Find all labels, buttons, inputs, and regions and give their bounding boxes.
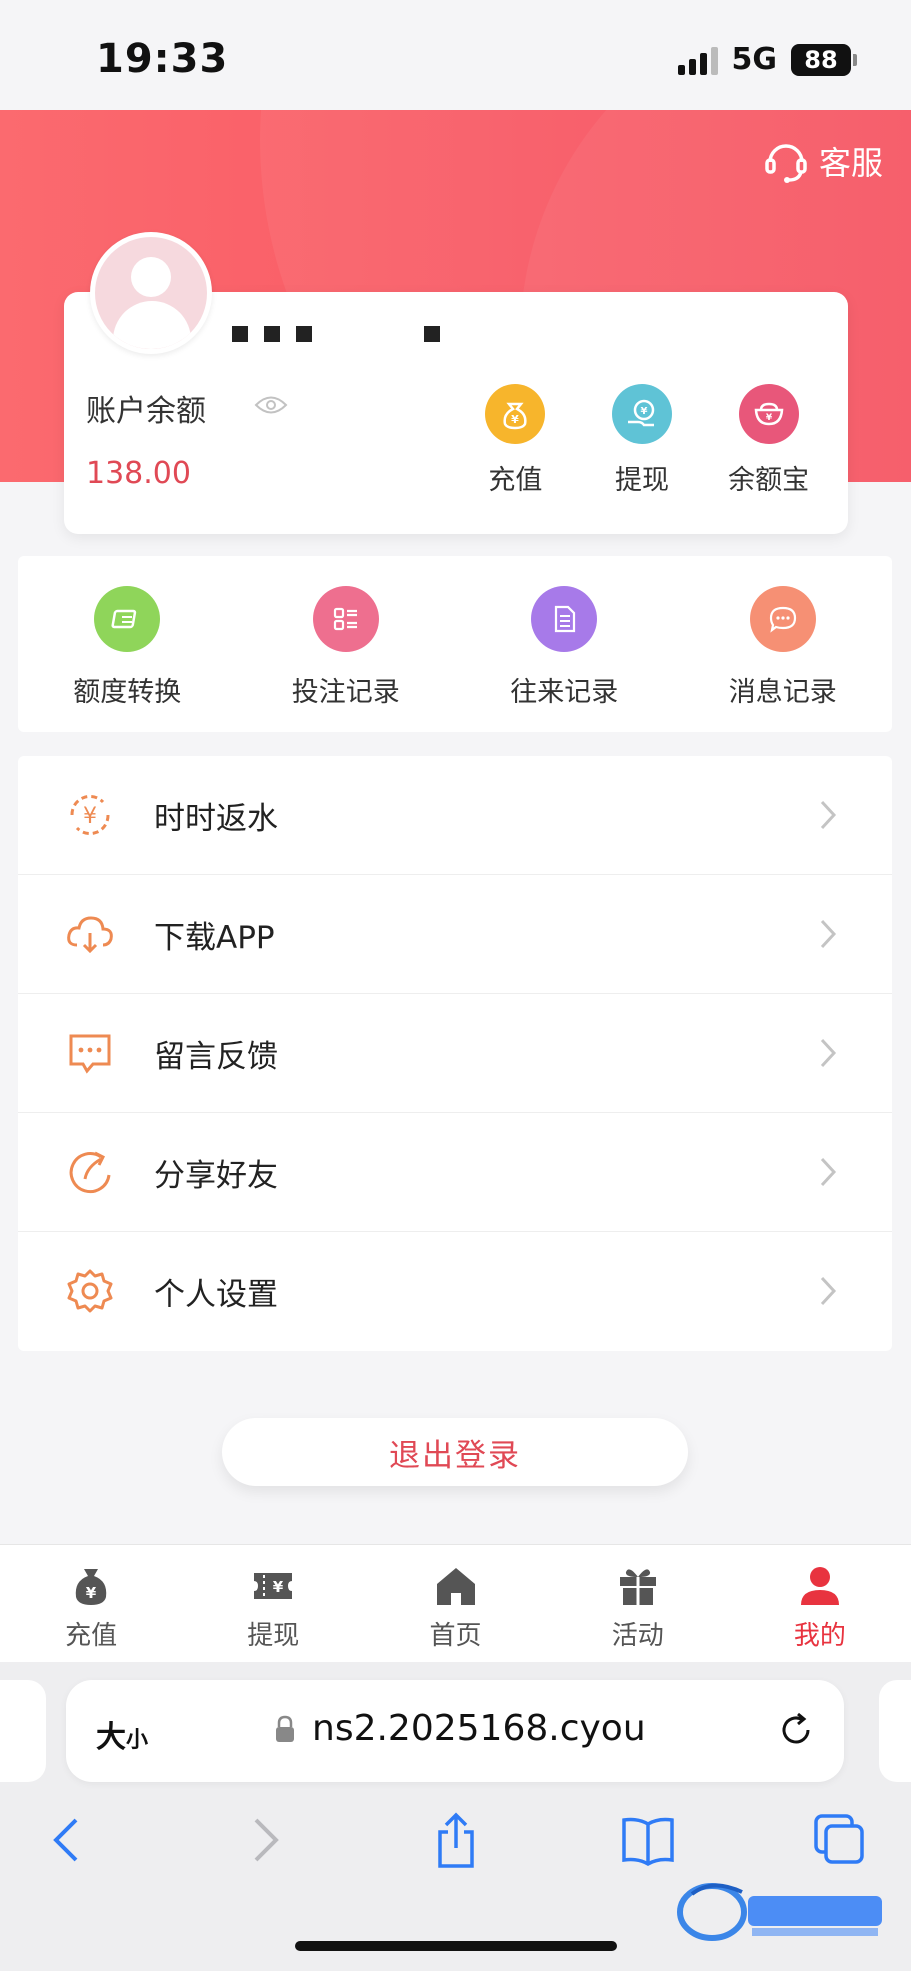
- forward-icon[interactable]: [234, 1810, 294, 1870]
- text-size-big: 大: [96, 1720, 126, 1755]
- tab-withdraw[interactable]: ¥ 提现: [182, 1545, 364, 1662]
- ticket-icon: ¥: [254, 1573, 293, 1599]
- shortcut-transfer[interactable]: 额度转换: [18, 556, 237, 732]
- headset-icon: [765, 144, 807, 183]
- withdraw-icon: ¥: [612, 384, 672, 444]
- ingot-icon: ¥: [738, 384, 799, 444]
- menu-item-feedback[interactable]: 留言反馈: [18, 994, 892, 1113]
- shortcut-transaction-records-label: 往来记录: [510, 677, 619, 708]
- chevron-right-icon: [820, 800, 837, 830]
- share-sheet-icon[interactable]: [426, 1810, 486, 1870]
- shortcut-message-records-label: 消息记录: [728, 677, 837, 708]
- tabs-icon[interactable]: [810, 1810, 870, 1870]
- username-masked: [232, 326, 440, 342]
- svg-text:¥: ¥: [512, 413, 520, 426]
- chevron-right-icon: [820, 1276, 837, 1306]
- svg-text:¥: ¥: [83, 804, 97, 829]
- network-type: 5G: [731, 42, 778, 77]
- chevron-right-icon: [820, 1157, 837, 1187]
- back-icon[interactable]: [38, 1810, 98, 1870]
- menu-item-download-app-label: 下载APP: [154, 919, 275, 956]
- chevron-right-icon: [820, 919, 837, 949]
- withdraw-button[interactable]: ¥ 提现: [579, 384, 706, 497]
- gift-icon: [619, 1569, 656, 1605]
- shortcut-message-records[interactable]: 消息记录: [674, 556, 893, 732]
- feedback-icon: [62, 1025, 118, 1081]
- url-text[interactable]: ns2.2025168.cyou: [312, 1708, 646, 1749]
- tab-mine-label: 我的: [793, 1621, 846, 1651]
- yuebao-button[interactable]: ¥ 余额宝: [705, 384, 832, 497]
- customer-service-button[interactable]: 客服: [761, 136, 883, 186]
- tab-withdraw-label: 提现: [247, 1621, 300, 1651]
- user-icon: [800, 1567, 839, 1605]
- next-tab-preview[interactable]: [879, 1680, 911, 1782]
- svg-text:¥: ¥: [273, 1578, 284, 1596]
- customer-service-label: 客服: [818, 144, 883, 182]
- shortcut-bet-records[interactable]: 投注记录: [237, 556, 456, 732]
- money-bag-icon: ¥: [485, 384, 546, 444]
- lock-icon: [276, 1715, 294, 1742]
- rebate-icon: ¥: [62, 787, 118, 843]
- balance-value: 138.00: [86, 456, 191, 491]
- bookmarks-icon[interactable]: [618, 1810, 678, 1870]
- eye-icon[interactable]: [254, 394, 288, 416]
- tab-mine[interactable]: 我的: [729, 1545, 911, 1662]
- shortcut-panel: 额度转换 投注记录 往来记录 消息记录: [18, 556, 892, 732]
- status-indicators: 5G 88: [677, 42, 857, 77]
- home-icon: [436, 1568, 475, 1605]
- text-size-small: 小: [126, 1728, 149, 1753]
- text-size-button[interactable]: 大小: [96, 1712, 148, 1756]
- menu-item-settings[interactable]: 个人设置: [18, 1232, 892, 1351]
- recharge-label: 充值: [488, 465, 543, 496]
- tab-activity[interactable]: 活动: [547, 1545, 729, 1662]
- battery-icon: 88: [791, 43, 857, 76]
- tab-recharge-label: 充值: [65, 1621, 118, 1651]
- withdraw-label: 提现: [615, 465, 669, 496]
- address-bar[interactable]: 大小 ns2.2025168.cyou: [66, 1680, 844, 1782]
- tab-recharge[interactable]: ¥ 充值: [0, 1545, 182, 1662]
- logout-button[interactable]: 退出登录: [222, 1418, 688, 1486]
- menu-item-settings-label: 个人设置: [154, 1277, 278, 1313]
- status-bar: 19:33 5G 88: [0, 0, 911, 110]
- balance-label: 账户余额: [86, 394, 206, 429]
- home-indicator: [295, 1941, 617, 1951]
- svg-text:¥: ¥: [766, 413, 773, 423]
- watermark-logo: [677, 1883, 882, 1941]
- quick-actions: ¥ 充值 ¥ 提现 ¥ 余额宝: [452, 384, 832, 497]
- menu-item-download-app[interactable]: 下载APP: [18, 875, 892, 994]
- settings-icon: [62, 1264, 118, 1320]
- reload-icon[interactable]: [776, 1710, 816, 1750]
- list-icon: [312, 586, 379, 652]
- previous-tab-preview[interactable]: [0, 1680, 46, 1782]
- svg-text:¥: ¥: [641, 406, 648, 417]
- cloud-download-icon: [62, 906, 118, 962]
- menu-list: ¥ 时时返水 下载APP 留言反馈 分享好友 个人设置: [18, 756, 892, 1351]
- menu-item-share[interactable]: 分享好友: [18, 1113, 892, 1232]
- recharge-button[interactable]: ¥ 充值: [452, 384, 579, 497]
- yuebao-label: 余额宝: [728, 465, 810, 496]
- tab-activity-label: 活动: [611, 1621, 664, 1651]
- transfer-icon: [94, 586, 161, 652]
- menu-item-rebate-label: 时时返水: [154, 800, 278, 837]
- shortcut-transaction-records[interactable]: 往来记录: [455, 556, 674, 732]
- menu-item-share-label: 分享好友: [154, 1157, 278, 1194]
- signal-icon: [677, 45, 718, 75]
- shortcut-transfer-label: 额度转换: [73, 677, 182, 708]
- avatar[interactable]: [90, 232, 212, 354]
- document-icon: [531, 586, 598, 652]
- money-bag-icon: ¥: [75, 1569, 107, 1605]
- tab-home-label: 首页: [429, 1621, 482, 1651]
- bottom-tab-bar: ¥ 充值 ¥ 提现 首页 活动 我的: [0, 1544, 911, 1662]
- menu-item-feedback-label: 留言反馈: [154, 1038, 278, 1075]
- chevron-right-icon: [820, 1038, 837, 1068]
- message-icon: [749, 586, 816, 652]
- tab-home[interactable]: 首页: [364, 1545, 546, 1662]
- shortcut-bet-records-label: 投注记录: [291, 677, 400, 708]
- menu-item-rebate[interactable]: ¥ 时时返水: [18, 756, 892, 875]
- share-icon: [62, 1144, 118, 1200]
- svg-text:¥: ¥: [86, 1584, 97, 1602]
- status-time: 19:33: [96, 36, 229, 82]
